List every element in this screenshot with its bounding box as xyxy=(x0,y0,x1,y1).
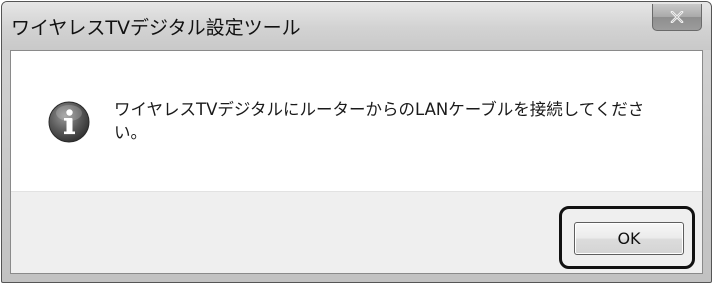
dialog-message: ワイヤレスTVデジタルにルーターからのLANケーブルを接続してください。 xyxy=(114,100,645,142)
info-icon xyxy=(47,100,91,144)
ok-button[interactable]: OK xyxy=(574,222,684,255)
dialog-window: ワイヤレスTVデジタル設定ツール ワイヤレスTVデジタルにルーターからのLANケ… xyxy=(1,1,712,283)
title-bar[interactable]: ワイヤレスTVデジタル設定ツール xyxy=(2,2,711,50)
dialog-client-area: ワイヤレスTVデジタルにルーターからのLANケーブルを接続してください。 OK xyxy=(10,50,703,274)
window-title: ワイヤレスTVデジタル設定ツール xyxy=(11,17,301,39)
message-area: ワイヤレスTVデジタルにルーターからのLANケーブルを接続してください。 xyxy=(11,51,702,191)
close-button[interactable] xyxy=(652,4,702,31)
close-x-icon xyxy=(670,11,684,23)
